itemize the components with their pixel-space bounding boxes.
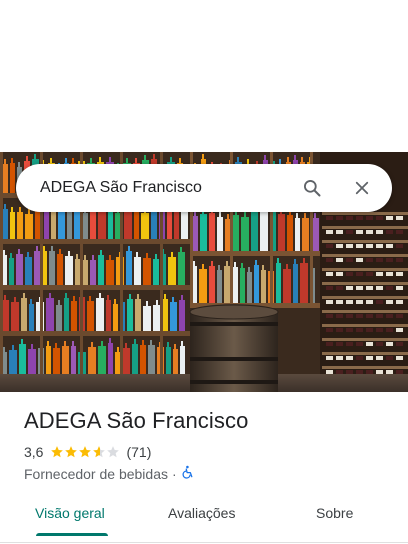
place-tabs: Visão geral Avaliações Sobre bbox=[0, 497, 408, 544]
star-icon bbox=[79, 446, 92, 458]
place-category[interactable]: Fornecedor de bebidas bbox=[24, 466, 168, 482]
search-button[interactable] bbox=[300, 176, 324, 200]
category-row: Fornecedor de bebidas · bbox=[24, 465, 195, 482]
close-icon bbox=[355, 181, 369, 195]
star-icon bbox=[51, 446, 64, 458]
wheelchair-accessible-icon bbox=[181, 465, 195, 482]
active-tab-indicator bbox=[36, 533, 108, 536]
top-blank-area bbox=[0, 0, 408, 152]
rating-stars bbox=[50, 445, 120, 459]
tabs-divider bbox=[0, 542, 408, 543]
search-bar[interactable]: ADEGA São Francisco bbox=[16, 164, 392, 212]
star-icon bbox=[93, 446, 106, 458]
search-icon bbox=[304, 180, 321, 197]
star-icon bbox=[65, 446, 78, 458]
place-name: ADEGA São Francisco bbox=[24, 408, 249, 433]
rating-row[interactable]: 3,6 (71) bbox=[24, 444, 151, 460]
star-icon bbox=[107, 446, 120, 458]
tab-about[interactable]: Sobre bbox=[316, 505, 353, 521]
search-query-text[interactable]: ADEGA São Francisco bbox=[40, 179, 300, 197]
separator-dot: · bbox=[172, 465, 177, 482]
clear-search-button[interactable] bbox=[350, 176, 374, 200]
review-count[interactable]: (71) bbox=[126, 444, 151, 460]
tab-reviews[interactable]: Avaliações bbox=[168, 505, 235, 521]
barrel bbox=[189, 304, 279, 392]
tab-overview[interactable]: Visão geral bbox=[35, 505, 105, 521]
rating-value: 3,6 bbox=[24, 444, 44, 460]
